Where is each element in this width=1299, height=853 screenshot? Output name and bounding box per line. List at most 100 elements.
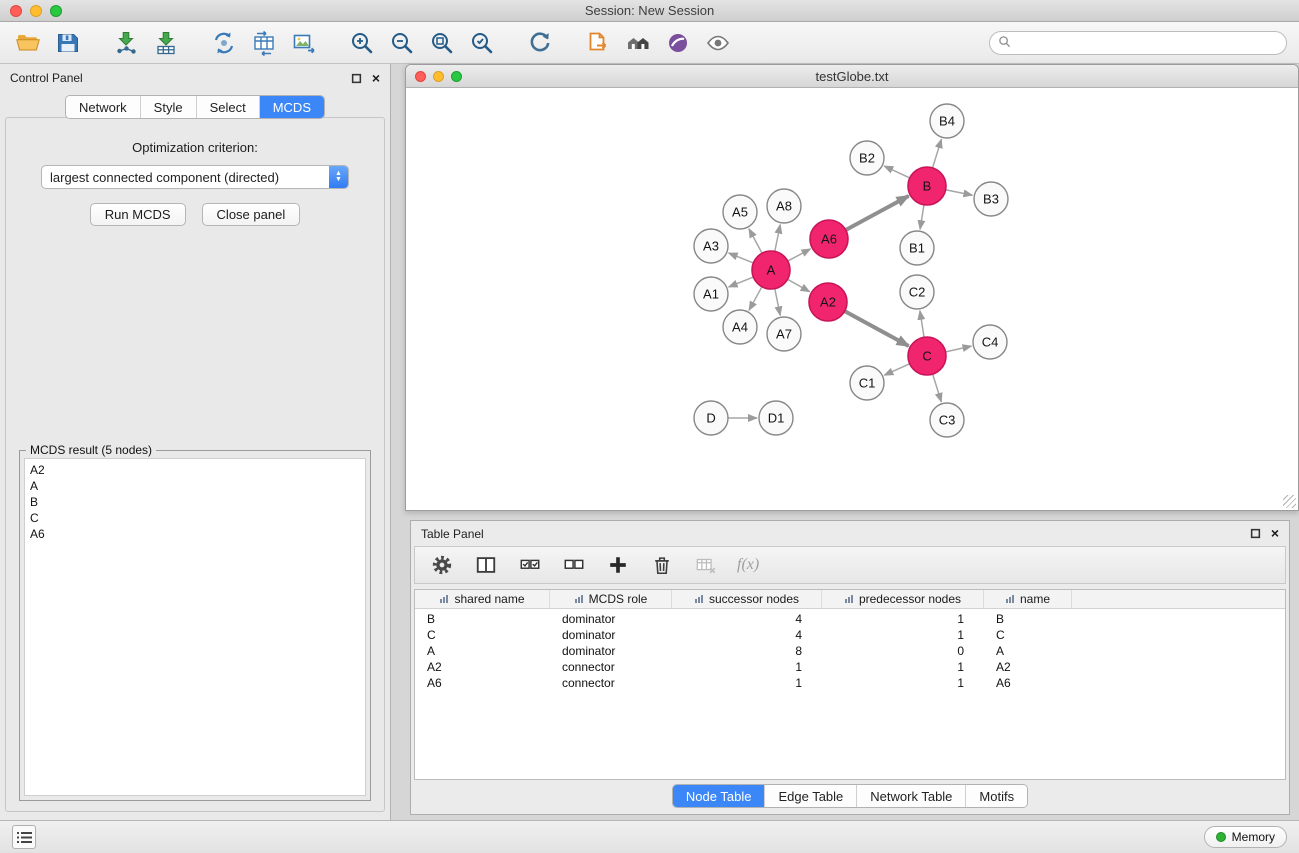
graph-edge-A-A5[interactable] <box>749 229 762 253</box>
create-column-icon[interactable] <box>605 552 631 578</box>
graph-node-C[interactable]: C <box>908 337 946 375</box>
graph-node-B3[interactable]: B3 <box>974 182 1008 216</box>
optimization-criterion-dropdown[interactable]: largest connected component (directed) ▲… <box>41 165 349 189</box>
graph-node-A4[interactable]: A4 <box>723 310 757 344</box>
graph-node-B4[interactable]: B4 <box>930 104 964 138</box>
show-column-panel-icon[interactable] <box>473 552 499 578</box>
vizmap-icon[interactable] <box>662 27 694 59</box>
save-session-icon[interactable] <box>52 27 84 59</box>
graph-node-D[interactable]: D <box>694 401 728 435</box>
graph-edge-C-C2[interactable] <box>920 311 924 337</box>
column-header[interactable]: name <box>984 590 1072 608</box>
settings-gear-icon[interactable] <box>429 552 455 578</box>
mcds-result-item[interactable]: A <box>30 478 360 494</box>
column-header[interactable]: MCDS role <box>550 590 672 608</box>
show-graphics-details-icon[interactable] <box>702 27 734 59</box>
task-history-button[interactable] <box>12 825 36 849</box>
graph-edge-A-A4[interactable] <box>749 287 762 311</box>
mcds-result-item[interactable]: B <box>30 494 360 510</box>
graph-node-A1[interactable]: A1 <box>694 277 728 311</box>
tab-network[interactable]: Network <box>66 96 140 118</box>
graph-edge-A-A7[interactable] <box>775 289 780 316</box>
tab-select[interactable]: Select <box>196 96 259 118</box>
column-header[interactable]: shared name <box>415 590 550 608</box>
window-resize-handle[interactable] <box>1283 495 1296 508</box>
graph-node-B1[interactable]: B1 <box>900 231 934 265</box>
network-window-titlebar[interactable]: testGlobe.txt <box>406 65 1298 88</box>
graph-edge-A-A3[interactable] <box>729 253 754 263</box>
graph-node-B[interactable]: B <box>908 167 946 205</box>
close-window-button[interactable] <box>10 5 22 17</box>
network-minimize-button[interactable] <box>433 71 444 82</box>
minimize-window-button[interactable] <box>30 5 42 17</box>
close-panel-button[interactable]: Close panel <box>202 203 301 226</box>
memory-button[interactable]: Memory <box>1204 826 1287 848</box>
graph-edge-C-C1[interactable] <box>884 364 909 375</box>
tab-node-table[interactable]: Node Table <box>673 785 765 807</box>
zoom-fit-icon[interactable] <box>426 27 458 59</box>
graph-edge-B-B1[interactable] <box>920 205 924 229</box>
graph-edge-A-A8[interactable] <box>775 225 780 252</box>
graph-node-A[interactable]: A <box>752 251 790 289</box>
float-table-panel-icon[interactable] <box>1250 528 1261 539</box>
tab-network-table[interactable]: Network Table <box>856 785 965 807</box>
delete-table-icon[interactable] <box>693 552 719 578</box>
tab-style[interactable]: Style <box>140 96 196 118</box>
graph-edge-C-C3[interactable] <box>933 374 942 402</box>
graph-node-A6[interactable]: A6 <box>810 220 848 258</box>
export-image-icon[interactable] <box>288 27 320 59</box>
function-builder-icon[interactable]: f(x) <box>737 556 759 574</box>
graph-node-A8[interactable]: A8 <box>767 189 801 223</box>
graph-edge-A6-B[interactable] <box>846 196 909 230</box>
graph-node-C2[interactable]: C2 <box>900 275 934 309</box>
graph-edge-A-A6[interactable] <box>788 249 811 261</box>
tab-edge-table[interactable]: Edge Table <box>764 785 856 807</box>
table-row[interactable]: Cdominator41C <box>415 627 1285 643</box>
float-panel-icon[interactable] <box>351 73 362 84</box>
zoom-in-icon[interactable] <box>346 27 378 59</box>
graph-edge-C-C4[interactable] <box>946 346 972 352</box>
graph-edge-B-B4[interactable] <box>933 139 942 168</box>
search-input[interactable] <box>1016 36 1278 50</box>
graph-node-C3[interactable]: C3 <box>930 403 964 437</box>
graph-node-A5[interactable]: A5 <box>723 195 757 229</box>
mcds-result-item[interactable]: C <box>30 510 360 526</box>
zoom-out-icon[interactable] <box>386 27 418 59</box>
network-close-button[interactable] <box>415 71 426 82</box>
mcds-result-item[interactable]: A6 <box>30 526 360 542</box>
graph-node-B2[interactable]: B2 <box>850 141 884 175</box>
open-recent-session-icon[interactable] <box>582 27 614 59</box>
run-mcds-button[interactable]: Run MCDS <box>90 203 186 226</box>
graph-node-D1[interactable]: D1 <box>759 401 793 435</box>
graph-edge-A2-C[interactable] <box>845 311 909 346</box>
close-panel-icon[interactable]: × <box>372 73 380 84</box>
graph-node-A2[interactable]: A2 <box>809 283 847 321</box>
network-zoom-button[interactable] <box>451 71 462 82</box>
export-table-icon[interactable] <box>248 27 280 59</box>
search-field[interactable] <box>989 31 1287 55</box>
graph-node-C4[interactable]: C4 <box>973 325 1007 359</box>
column-header[interactable]: predecessor nodes <box>822 590 984 608</box>
column-header[interactable]: successor nodes <box>672 590 822 608</box>
zoom-selected-icon[interactable] <box>466 27 498 59</box>
import-network-icon[interactable] <box>110 27 142 59</box>
table-row[interactable]: Bdominator41B <box>415 611 1285 627</box>
tab-mcds[interactable]: MCDS <box>259 96 324 118</box>
select-all-checkboxes-icon[interactable] <box>517 552 543 578</box>
unselect-all-checkboxes-icon[interactable] <box>561 552 587 578</box>
graph-edge-B-B2[interactable] <box>884 166 910 178</box>
table-row[interactable]: A2connector11A2 <box>415 659 1285 675</box>
mcds-result-item[interactable]: A2 <box>30 462 360 478</box>
graph-node-A3[interactable]: A3 <box>694 229 728 263</box>
graph-node-A7[interactable]: A7 <box>767 317 801 351</box>
table-row[interactable]: A6connector11A6 <box>415 675 1285 691</box>
network-canvas[interactable]: A5A8A3A1A4A7AA6A2BB2B4B3B1CC2C4C1C3DD1 <box>406 88 1298 510</box>
refresh-view-icon[interactable] <box>524 27 556 59</box>
close-table-panel-icon[interactable]: × <box>1271 528 1279 539</box>
open-file-icon[interactable] <box>12 27 44 59</box>
graph-edge-A-A2[interactable] <box>788 279 810 291</box>
delete-column-icon[interactable] <box>649 552 675 578</box>
graph-edge-A-A1[interactable] <box>729 277 754 287</box>
mcds-result-list[interactable]: A2ABCA6 <box>24 458 366 796</box>
clone-network-icon[interactable] <box>208 27 240 59</box>
